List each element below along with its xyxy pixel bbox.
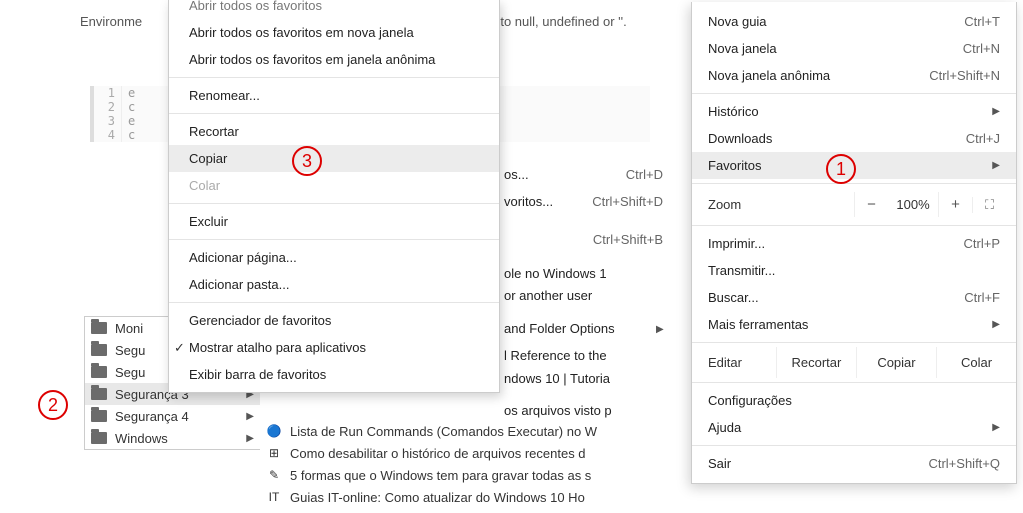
annotation-2: 2 — [38, 390, 68, 420]
menu-cast[interactable]: Transmitir... — [692, 257, 1016, 284]
bookmark-page-item[interactable]: ⊞ Como desabilitar o histórico de arquivo… — [260, 442, 670, 464]
page-label: 5 formas que o Windows tem para gravar t… — [290, 468, 591, 483]
bookmarks-folder-item[interactable]: Windows ▶ — [85, 427, 260, 449]
ctx-open-all[interactable]: Abrir todos os favoritos — [169, 0, 499, 19]
chrome-main-menu: Nova guiaCtrl+T Nova janelaCtrl+N Nova j… — [691, 2, 1017, 484]
folder-label: Segu — [115, 343, 145, 358]
ctx-open-all-incognito[interactable]: Abrir todos os favoritos em janela anôni… — [169, 46, 499, 73]
submenu-arrow-icon: ▶ — [246, 411, 254, 422]
folder-label: Segurança 4 — [115, 409, 189, 424]
annotation-1: 1 — [826, 154, 856, 184]
menu-print[interactable]: Imprimir...Ctrl+P — [692, 230, 1016, 257]
submenu-arrow-icon: ▶ — [656, 324, 664, 335]
ctx-rename[interactable]: Renomear... — [169, 82, 499, 109]
menu-downloads[interactable]: DownloadsCtrl+J — [692, 125, 1016, 152]
zoom-label: Zoom — [708, 197, 854, 212]
edit-paste[interactable]: Colar — [937, 347, 1016, 378]
menu-history[interactable]: Histórico▶ — [692, 98, 1016, 125]
folder-icon — [91, 344, 107, 356]
page-label: Como desabilitar o histórico de arquivos… — [290, 446, 586, 461]
bookmark-page-item[interactable]: IT Guias IT-online: Como atualizar do Win… — [260, 486, 670, 508]
ctx-add-page[interactable]: Adicionar página... — [169, 244, 499, 271]
obscured-item: l Reference to the — [504, 348, 607, 363]
page-favicon-icon: 🔵 — [266, 423, 282, 439]
folder-label: Segu — [115, 365, 145, 380]
obscured-item: ndows 10 | Tutoria — [504, 371, 610, 386]
page-favicon-icon: ✎ — [266, 467, 282, 483]
folder-icon — [91, 366, 107, 378]
obscured-shortcut: Ctrl+Shift+B — [593, 232, 663, 247]
folder-label: Moni — [115, 321, 143, 336]
menu-new-window[interactable]: Nova janelaCtrl+N — [692, 35, 1016, 62]
menu-more-tools[interactable]: Mais ferramentas▶ — [692, 311, 1016, 338]
zoom-value: 100% — [888, 197, 938, 212]
edit-copy[interactable]: Copiar — [857, 347, 937, 378]
bookmark-page-item[interactable]: 🔵 Lista de Run Commands (Comandos Executa… — [260, 420, 670, 442]
ctx-open-all-new-window[interactable]: Abrir todos os favoritos em nova janela — [169, 19, 499, 46]
ctx-paste: Colar — [169, 172, 499, 199]
menu-exit[interactable]: SairCtrl+Shift+Q — [692, 450, 1016, 477]
obscured-item: os... — [504, 167, 529, 182]
ctx-add-folder[interactable]: Adicionar pasta... — [169, 271, 499, 298]
obscured-item: ole no Windows 1 — [504, 266, 607, 281]
folder-icon — [91, 410, 107, 422]
menu-zoom-row: Zoom − 100% + ⛶ — [692, 188, 1016, 221]
submenu-arrow-icon: ▶ — [246, 433, 254, 444]
annotation-3: 3 — [292, 146, 322, 176]
ctx-bookmark-manager[interactable]: Gerenciador de favoritos — [169, 307, 499, 334]
obscured-item: or another user — [504, 288, 592, 303]
menu-find[interactable]: Buscar...Ctrl+F — [692, 284, 1016, 311]
folder-icon — [91, 388, 107, 400]
edit-cut[interactable]: Recortar — [777, 347, 857, 378]
fullscreen-button[interactable]: ⛶ — [972, 197, 1006, 213]
page-label: Lista de Run Commands (Comandos Executar… — [290, 424, 597, 439]
menu-new-tab[interactable]: Nova guiaCtrl+T — [692, 8, 1016, 35]
obscured-item: and Folder Options — [504, 321, 615, 336]
menu-settings[interactable]: Configurações — [692, 387, 1016, 414]
zoom-in-button[interactable]: + — [938, 192, 972, 217]
folder-label: Windows — [115, 431, 168, 446]
ctx-cut[interactable]: Recortar — [169, 118, 499, 145]
obscured-item: voritos... — [504, 194, 553, 209]
bookmarks-folder-item[interactable]: Segurança 4 ▶ — [85, 405, 260, 427]
menu-edit-row: Editar Recortar Copiar Colar — [692, 347, 1016, 378]
ctx-delete[interactable]: Excluir — [169, 208, 499, 235]
edit-label: Editar — [692, 347, 777, 378]
menu-incognito[interactable]: Nova janela anônimaCtrl+Shift+N — [692, 62, 1016, 89]
ctx-show-bookmarks-bar[interactable]: Exibir barra de favoritos — [169, 361, 499, 388]
obscured-shortcut: Ctrl+Shift+D — [592, 194, 663, 209]
folder-icon — [91, 432, 107, 444]
page-label: Guias IT-online: Como atualizar do Windo… — [290, 490, 585, 505]
zoom-out-button[interactable]: − — [854, 192, 888, 217]
bookmarks-pages-submenu: 🔵 Lista de Run Commands (Comandos Executa… — [260, 420, 670, 508]
obscured-item: os arquivos visto p — [504, 403, 612, 418]
bookmarks-context-menu: Abrir todos os favoritos Abrir todos os … — [168, 0, 500, 393]
page-favicon-icon: ⊞ — [266, 445, 282, 461]
ctx-show-apps-shortcut[interactable]: Mostrar atalho para aplicativos — [169, 334, 499, 361]
ctx-copy[interactable]: Copiar — [169, 145, 499, 172]
menu-help[interactable]: Ajuda▶ — [692, 414, 1016, 441]
bookmark-page-item[interactable]: ✎ 5 formas que o Windows tem para gravar … — [260, 464, 670, 486]
obscured-shortcut: Ctrl+D — [626, 167, 663, 182]
folder-icon — [91, 322, 107, 334]
page-favicon-icon: IT — [266, 489, 282, 505]
